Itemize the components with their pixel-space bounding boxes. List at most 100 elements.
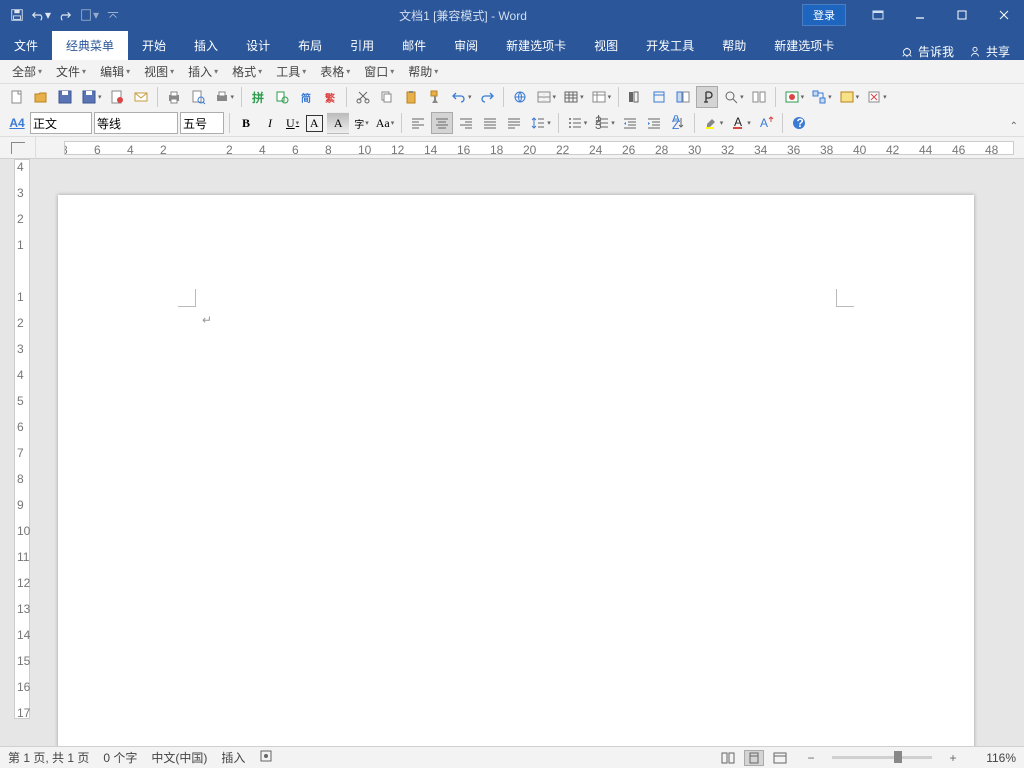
tab-help[interactable]: 帮助	[708, 31, 760, 60]
tables-borders-icon[interactable]: ▾	[533, 86, 559, 108]
tab-layout[interactable]: 布局	[284, 31, 336, 60]
help-button[interactable]: ?	[788, 112, 810, 134]
insert-frame-icon[interactable]: ▾	[836, 86, 862, 108]
menu-help[interactable]: 帮助▾	[402, 60, 444, 83]
macro-recorder-icon[interactable]	[259, 749, 273, 766]
save-as-icon[interactable]: ▾	[78, 86, 104, 108]
char-shading-button[interactable]: A	[327, 112, 349, 134]
drawing-icon[interactable]	[648, 86, 670, 108]
show-hide-icon[interactable]	[696, 86, 718, 108]
qat-customize-icon[interactable]	[102, 4, 124, 26]
underline-button[interactable]: U▾	[283, 112, 301, 134]
zoom-out-button[interactable]: −	[804, 751, 818, 765]
zoom-in-button[interactable]: +	[946, 751, 960, 765]
grow-font-button[interactable]: A	[755, 112, 777, 134]
styles-icon[interactable]: A4	[6, 112, 28, 134]
touch-mode-icon[interactable]: ▾	[78, 4, 100, 26]
font-color-button[interactable]: A▾	[727, 112, 753, 134]
tab-newtab-2[interactable]: 新建选项卡	[760, 31, 848, 60]
word-count-icon[interactable]: 简	[295, 86, 317, 108]
document-page[interactable]: ↵	[58, 195, 974, 746]
vertical-ruler[interactable]: 43211234567891011121314151617	[10, 159, 34, 746]
print-preview-icon[interactable]	[187, 86, 209, 108]
quick-print-icon[interactable]: ▾	[211, 86, 237, 108]
share-button[interactable]: 共享	[968, 43, 1010, 60]
menu-edit[interactable]: 编辑▾	[94, 60, 136, 83]
close-return-icon[interactable]: ▾	[863, 86, 889, 108]
tell-me-button[interactable]: 告诉我	[900, 43, 954, 60]
bold-button[interactable]: B	[235, 112, 257, 134]
line-spacing-button[interactable]: ▾	[527, 112, 553, 134]
justify-button[interactable]	[479, 112, 501, 134]
font-select[interactable]	[94, 112, 178, 134]
menu-view[interactable]: 视图▾	[138, 60, 180, 83]
tab-references[interactable]: 引用	[336, 31, 388, 60]
decrease-indent-button[interactable]	[619, 112, 641, 134]
minimize-icon[interactable]	[900, 0, 940, 30]
phonetic-guide-button[interactable]: 字▾	[351, 112, 371, 134]
zoom-level[interactable]: 116%	[974, 751, 1016, 765]
permission-icon[interactable]	[106, 86, 128, 108]
maximize-icon[interactable]	[942, 0, 982, 30]
tab-mailings[interactable]: 邮件	[388, 31, 440, 60]
paste-icon[interactable]	[400, 86, 422, 108]
menu-all[interactable]: 全部▾	[6, 60, 48, 83]
increase-indent-button[interactable]	[643, 112, 665, 134]
save-icon-tb[interactable]	[54, 86, 76, 108]
sort-button[interactable]: AZ	[667, 112, 689, 134]
tab-view[interactable]: 视图	[580, 31, 632, 60]
insert-hyperlink-icon[interactable]	[509, 86, 531, 108]
page-indicator[interactable]: 第 1 页, 共 1 页	[8, 749, 89, 766]
copy-icon[interactable]	[376, 86, 398, 108]
close-icon[interactable]	[984, 0, 1024, 30]
menu-format[interactable]: 格式▾	[226, 60, 268, 83]
tab-review[interactable]: 审阅	[440, 31, 492, 60]
menu-insert[interactable]: 插入▾	[182, 60, 224, 83]
tab-newtab-1[interactable]: 新建选项卡	[492, 31, 580, 60]
align-right-button[interactable]	[455, 112, 477, 134]
spellcheck-icon[interactable]: 拼	[247, 86, 269, 108]
numbering-button[interactable]: 123▾	[591, 112, 617, 134]
insert-table-icon[interactable]: ▾	[560, 86, 586, 108]
redo-icon[interactable]	[54, 4, 76, 26]
language-indicator[interactable]: 中文(中国)	[151, 749, 207, 766]
menu-window[interactable]: 窗口▾	[358, 60, 400, 83]
open-icon[interactable]	[30, 86, 52, 108]
tab-classic-menu[interactable]: 经典菜单	[52, 31, 128, 60]
undo-icon[interactable]: ▾	[30, 4, 52, 26]
align-center-button[interactable]	[431, 112, 453, 134]
save-icon[interactable]	[6, 4, 28, 26]
horizontal-ruler[interactable]: 8642246810121416182022242628303234363840…	[64, 141, 1014, 155]
page-scroll-area[interactable]: ↵	[34, 159, 1024, 746]
style-select[interactable]	[30, 112, 92, 134]
word-count[interactable]: 0 个字	[103, 749, 137, 766]
zoom-slider[interactable]	[832, 756, 932, 759]
tab-design[interactable]: 设计	[232, 31, 284, 60]
research-icon[interactable]	[271, 86, 293, 108]
view-read-mode-icon[interactable]	[718, 750, 738, 766]
tab-home[interactable]: 开始	[128, 31, 180, 60]
view-web-layout-icon[interactable]	[770, 750, 790, 766]
insert-mode[interactable]: 插入	[221, 749, 245, 766]
zoom-icon[interactable]: ▾	[720, 86, 746, 108]
tab-file[interactable]: 文件	[0, 31, 52, 60]
login-button[interactable]: 登录	[802, 4, 846, 26]
change-case-button[interactable]: Aa▾	[373, 112, 397, 134]
email-icon[interactable]	[130, 86, 152, 108]
tab-selector[interactable]	[0, 137, 36, 159]
menu-file[interactable]: 文件▾	[50, 60, 92, 83]
menu-tools[interactable]: 工具▾	[270, 60, 312, 83]
italic-button[interactable]: I	[259, 112, 281, 134]
format-painter-icon[interactable]	[424, 86, 446, 108]
translate-icon[interactable]: 繁	[319, 86, 341, 108]
distributed-button[interactable]	[503, 112, 525, 134]
columns-icon[interactable]	[624, 86, 646, 108]
menu-table[interactable]: 表格▾	[314, 60, 356, 83]
char-border-button[interactable]: A	[303, 112, 325, 134]
redo-icon-tb[interactable]	[476, 86, 498, 108]
bullets-button[interactable]: ▾	[564, 112, 590, 134]
doc-map-icon[interactable]	[672, 86, 694, 108]
tab-developer[interactable]: 开发工具	[632, 31, 708, 60]
ribbon-display-icon[interactable]	[858, 0, 898, 30]
font-size-select[interactable]	[180, 112, 224, 134]
